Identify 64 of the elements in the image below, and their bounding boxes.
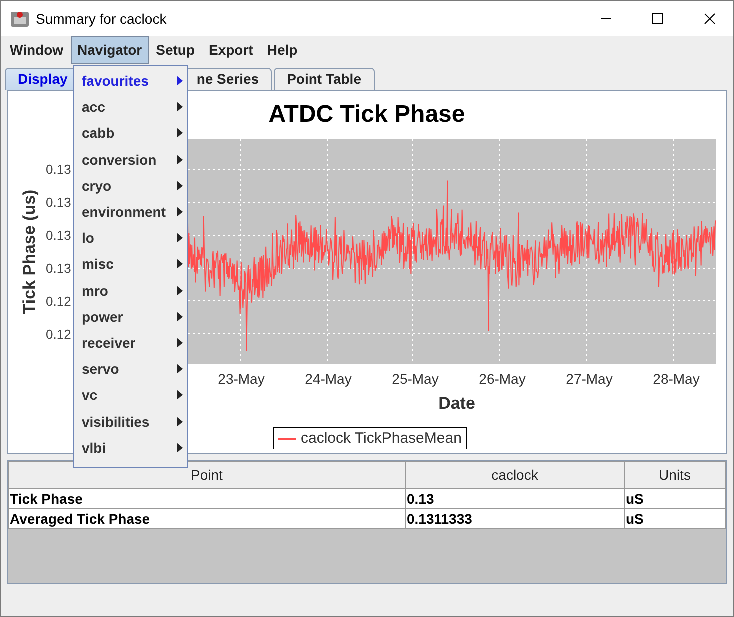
menu-item[interactable]: receiver <box>74 330 187 356</box>
maximize-icon <box>652 12 664 24</box>
menu-item[interactable]: vlbi <box>74 434 187 461</box>
x-tick-label: 23-May <box>218 371 265 387</box>
table-cell: Averaged Tick Phase <box>8 508 406 528</box>
table-cell: uS <box>624 488 726 508</box>
menu-item[interactable]: Window <box>3 36 71 64</box>
y-tick-label: 0.13 <box>46 228 72 243</box>
submenu-arrow-icon <box>177 76 183 86</box>
menu-item[interactable]: cabb <box>74 120 187 147</box>
menu-item[interactable]: power <box>74 304 187 330</box>
column-header[interactable]: Point <box>8 462 406 488</box>
table-cell: uS <box>624 508 726 528</box>
submenu-arrow-icon <box>177 416 183 427</box>
column-header[interactable]: caclock <box>406 462 624 488</box>
tab[interactable]: Point Table <box>274 68 374 90</box>
submenu-arrow-icon <box>177 102 183 112</box>
menu-item[interactable]: Navigator <box>70 36 150 64</box>
menu-item[interactable]: Setup <box>149 36 202 64</box>
submenu-arrow-icon <box>177 286 183 296</box>
chart-title: ATDC Tick Phase <box>268 101 466 128</box>
y-tick-label: 0.13 <box>46 195 72 210</box>
submenu-arrow-icon <box>177 338 183 348</box>
submenu-arrow-icon <box>177 180 183 191</box>
submenu-arrow-icon <box>177 442 183 453</box>
y-tick-label: 0.13 <box>46 261 72 276</box>
submenu-arrow-icon <box>177 128 183 138</box>
table-cell: Tick Phase <box>8 488 406 508</box>
menu-item[interactable]: misc <box>74 251 187 278</box>
x-tick-label: 24-May <box>305 371 352 387</box>
x-tick-label: 25-May <box>392 371 439 387</box>
menu-item[interactable]: cryo <box>74 172 187 199</box>
table-cell: 0.13 <box>406 488 624 508</box>
submenu-arrow-icon <box>177 364 183 374</box>
y-tick-label: 0.12 <box>46 327 72 342</box>
submenu-arrow-icon <box>177 233 183 244</box>
submenu-arrow-icon <box>177 154 183 165</box>
submenu-arrow-icon <box>177 390 183 400</box>
x-tick-label: 28-May <box>653 371 700 387</box>
menu-item[interactable]: servo <box>74 356 187 382</box>
submenu-arrow-icon <box>177 259 183 270</box>
y-axis-label: Tick Phase (us) <box>20 189 40 314</box>
menu-item[interactable]: Export <box>202 36 260 64</box>
submenu-arrow-icon <box>177 312 183 322</box>
menu-item[interactable]: mro <box>74 278 187 304</box>
menu-item[interactable]: acc <box>74 94 187 120</box>
x-tick-label: 26-May <box>479 371 526 387</box>
menu-item[interactable]: lo <box>74 225 187 252</box>
submenu-arrow-icon <box>177 207 183 218</box>
x-tick-label: 27-May <box>566 371 613 387</box>
menu-item[interactable]: conversion <box>74 146 187 173</box>
legend-label: caclock TickPhaseMean <box>301 430 462 447</box>
y-tick-label: 0.13 <box>46 162 72 177</box>
legend-line-icon <box>278 438 296 440</box>
menu-item[interactable]: Help <box>260 36 305 64</box>
table-cell: 0.1311333 <box>406 508 624 528</box>
close-icon <box>704 12 716 24</box>
menu-item[interactable]: vc <box>74 382 187 408</box>
column-header[interactable]: Units <box>624 462 726 488</box>
menu-item[interactable]: environment <box>74 198 187 226</box>
window-title: Summary for caclock <box>36 10 168 26</box>
menu-item[interactable]: visibilities <box>74 408 187 435</box>
y-tick-label: 0.12 <box>46 294 72 309</box>
x-axis-label: Date <box>438 394 476 413</box>
